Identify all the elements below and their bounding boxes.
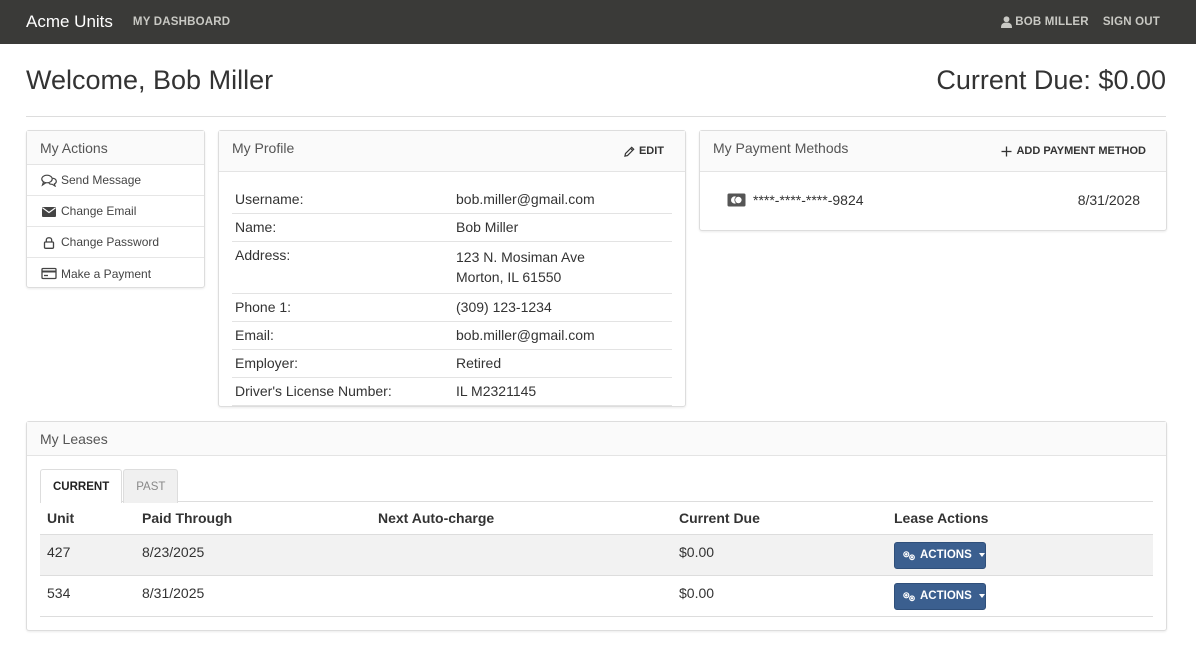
make-payment-action[interactable]: Make a Payment	[27, 258, 204, 289]
profile-row-phone: Phone 1: (309) 123-1234	[232, 294, 672, 322]
panel-title: My Actions	[40, 139, 108, 156]
user-menu[interactable]: BOB MILLER	[1001, 16, 1089, 28]
top-navbar: Acme Units MY DASHBOARD BOB MILLER SIGN …	[0, 0, 1196, 44]
actions-label: ACTIONS	[920, 590, 972, 602]
payment-methods-heading: My Payment Methods ADD PAYMENT METHOD	[700, 131, 1166, 172]
field-label: Driver's License Number:	[235, 383, 392, 399]
gears-icon	[903, 591, 915, 601]
panel-title: My Payment Methods	[713, 140, 849, 156]
brand-logo[interactable]: Acme Units	[26, 12, 113, 32]
column-header: Next Auto-charge	[378, 510, 495, 526]
my-actions-heading: My Actions	[27, 131, 204, 165]
unit-cell: 534	[47, 585, 71, 601]
lease-actions-dropdown[interactable]: ACTIONS	[894, 541, 986, 569]
lease-actions-dropdown[interactable]: ACTIONS	[894, 582, 986, 610]
edit-profile-button[interactable]: EDIT	[624, 145, 664, 157]
field-value: bob.miller@gmail.com	[456, 191, 595, 207]
lease-actions-cell: ACTIONS	[887, 582, 1153, 610]
my-leases-panel: My Leases CURRENT PAST Unit Paid Through…	[26, 421, 1167, 631]
add-payment-method-button[interactable]: ADD PAYMENT METHOD	[1001, 145, 1146, 157]
current-due-cell: $0.00	[679, 585, 715, 601]
profile-row-name: Name: Bob Miller	[232, 214, 672, 242]
profile-row-address: Address: 123 N. Mosiman Ave Morton, IL 6…	[232, 242, 672, 294]
gears-icon	[903, 550, 915, 560]
leases-table: Unit Paid Through Next Auto-charge Curre…	[40, 502, 1153, 617]
field-value: Retired	[456, 355, 502, 371]
unit-cell: 427	[47, 544, 71, 560]
chat-icon	[41, 174, 57, 187]
phone-link[interactable]: (309) 123-1234	[456, 299, 552, 315]
profile-table: Username: bob.miller@gmail.com Name: Bob…	[232, 186, 672, 406]
profile-row-username: Username: bob.miller@gmail.com	[232, 186, 672, 214]
field-label: Phone 1:	[235, 299, 292, 315]
tab-current[interactable]: CURRENT	[40, 469, 123, 503]
user-icon	[1001, 16, 1013, 28]
payment-method-row[interactable]: ****-****-****-9824 8/31/2028	[700, 172, 1166, 208]
action-label: Change Password	[61, 235, 160, 249]
column-header: Lease Actions	[894, 510, 989, 526]
column-header: Current Due	[679, 510, 760, 526]
table-row: 427 8/23/2025 $0.00 ACTIONS	[40, 535, 1153, 576]
profile-row-license: Driver's License Number: IL M2321145	[232, 378, 672, 406]
edit-label: EDIT	[638, 145, 664, 157]
my-profile-panel: My Profile EDIT Username: bob.miller@gma…	[218, 130, 686, 407]
field-label: Username:	[235, 191, 304, 207]
panel-title: My Profile	[232, 140, 295, 156]
tab-past[interactable]: PAST	[123, 469, 179, 503]
credit-card-icon	[41, 267, 57, 280]
field-label: Name:	[235, 219, 277, 235]
field-value: Bob Miller	[456, 219, 519, 235]
field-label: Email:	[235, 327, 274, 343]
field-label: Employer:	[235, 355, 299, 371]
caret-down-icon	[978, 553, 985, 557]
address-line-1: 123 N. Mosiman Ave	[456, 249, 585, 265]
plus-icon	[1001, 146, 1012, 156]
payment-methods-panel: My Payment Methods ADD PAYMENT METHOD **…	[699, 130, 1167, 231]
send-message-action[interactable]: Send Message	[27, 165, 204, 196]
next-auto-charge-cell	[371, 576, 672, 585]
user-name: BOB MILLER	[1015, 16, 1089, 28]
mastercard-icon	[727, 193, 746, 207]
my-actions-panel: My Actions Send Message Change Email Cha…	[26, 130, 205, 288]
pencil-icon	[624, 145, 635, 157]
page-title: Welcome, Bob Miller	[26, 64, 274, 95]
table-header: Unit Paid Through Next Auto-charge Curre…	[40, 502, 1153, 535]
my-leases-heading: My Leases	[27, 422, 1166, 456]
lock-icon	[43, 236, 55, 249]
panel-title: My Leases	[40, 430, 108, 447]
address-line-2: Morton, IL 61550	[456, 269, 562, 285]
field-value: IL M2321145	[456, 383, 537, 399]
column-header: Paid Through	[142, 510, 233, 526]
field-label: Address:	[235, 247, 291, 263]
card-expiration: 8/31/2028	[1077, 192, 1140, 208]
change-email-action[interactable]: Change Email	[27, 196, 204, 227]
current-due-total: Current Due: $0.00	[936, 64, 1166, 95]
caret-down-icon	[978, 594, 985, 598]
action-label: Send Message	[61, 173, 142, 187]
action-label: Make a Payment	[61, 266, 152, 281]
actions-label: ACTIONS	[920, 549, 972, 561]
next-auto-charge-cell	[371, 535, 672, 544]
current-due-cell: $0.00	[679, 544, 715, 560]
lease-tabs: CURRENT PAST	[40, 469, 1153, 503]
column-header: Unit	[47, 510, 75, 526]
action-label: Change Email	[61, 204, 137, 218]
envelope-icon	[42, 206, 56, 217]
add-payment-label: ADD PAYMENT METHOD	[1016, 145, 1146, 157]
table-row: 534 8/31/2025 $0.00 ACTIONS	[40, 576, 1153, 617]
change-password-action[interactable]: Change Password	[27, 227, 204, 258]
nav-my-dashboard[interactable]: MY DASHBOARD	[133, 16, 230, 28]
card-number: ****-****-****-9824	[753, 192, 864, 208]
my-profile-heading: My Profile EDIT	[219, 131, 685, 172]
lease-actions-cell: ACTIONS	[887, 541, 1153, 569]
page-header: Welcome, Bob Miller Current Due: $0.00	[26, 44, 1166, 117]
profile-row-employer: Employer: Retired	[232, 350, 672, 378]
sign-out-link[interactable]: SIGN OUT	[1103, 16, 1160, 28]
nav-right: BOB MILLER SIGN OUT	[1001, 16, 1160, 28]
paid-through-cell: 8/23/2025	[142, 544, 205, 560]
profile-row-email: Email: bob.miller@gmail.com	[232, 322, 672, 350]
field-value: 123 N. Mosiman Ave Morton, IL 61550	[456, 247, 585, 287]
field-value: bob.miller@gmail.com	[456, 327, 595, 343]
paid-through-cell: 8/31/2025	[142, 585, 205, 601]
